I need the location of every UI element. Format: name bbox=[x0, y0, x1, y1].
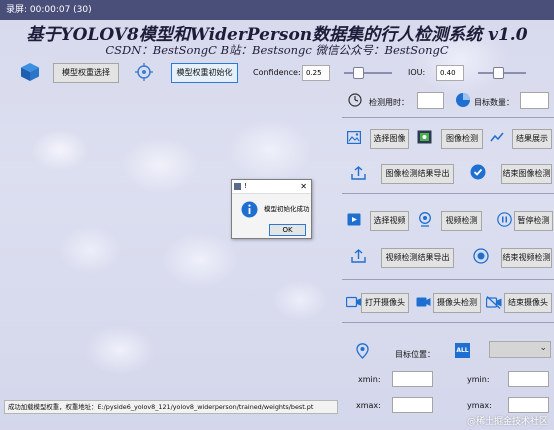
camera-off-icon bbox=[486, 296, 502, 309]
dialog-message: 模型初始化成功 bbox=[264, 205, 310, 213]
image-detect-icon bbox=[417, 130, 432, 144]
pause-icon bbox=[497, 212, 512, 227]
camera-detect-button[interactable]: 摄像头检测 bbox=[433, 293, 481, 313]
detection-time-label: 检测用时： bbox=[369, 98, 409, 107]
show-result-button[interactable]: 结果展示 bbox=[512, 129, 552, 149]
divider bbox=[342, 322, 554, 323]
line-chart-icon bbox=[490, 132, 504, 142]
xmax-label: xmax: bbox=[356, 401, 381, 410]
ymax-label: ymax: bbox=[467, 401, 492, 410]
confidence-spinbox[interactable]: 0.25 bbox=[302, 65, 330, 81]
image-icon bbox=[347, 131, 361, 144]
ymin-field bbox=[508, 371, 549, 387]
confidence-slider[interactable] bbox=[344, 67, 392, 79]
check-circle-icon bbox=[470, 164, 486, 180]
close-icon[interactable]: ✕ bbox=[300, 180, 307, 193]
page-subtitle: CSDN：BestSongC B站：Bestsongc 微信公众号：BestSo… bbox=[105, 43, 449, 57]
export-video-result-button[interactable]: 视频检测结果导出 bbox=[381, 248, 454, 268]
init-weights-button[interactable]: 模型权重初始化 bbox=[171, 63, 238, 83]
location-pin-icon bbox=[356, 343, 369, 359]
clock-icon bbox=[348, 93, 362, 107]
pie-chart-icon bbox=[456, 93, 470, 107]
target-count-field bbox=[520, 92, 549, 109]
video-detect-button[interactable]: 视频检测 bbox=[441, 211, 482, 231]
dialog-titlebar: ! ✕ bbox=[232, 180, 311, 194]
ymin-label: ymin: bbox=[467, 375, 490, 384]
watermark: @稀土掘金技术社区 bbox=[466, 417, 548, 427]
dialog-title: ! bbox=[244, 182, 247, 190]
info-icon bbox=[241, 201, 258, 218]
camera-detect-icon bbox=[416, 297, 431, 307]
detection-time-field bbox=[417, 92, 444, 109]
target-count-label: 目标数量： bbox=[474, 98, 514, 107]
iou-slider-handle[interactable] bbox=[492, 67, 504, 79]
divider bbox=[342, 279, 554, 280]
target-icon bbox=[135, 63, 153, 81]
status-bar: 成功加载模型权重，权重地址：E:/pyside6_yolov8_121/yolo… bbox=[4, 400, 338, 414]
chevron-down-icon: ⌄ bbox=[539, 343, 547, 353]
webcam-icon bbox=[419, 212, 431, 227]
upload-icon bbox=[351, 249, 366, 263]
cube-icon bbox=[21, 63, 39, 81]
iou-spinbox[interactable]: 0.40 bbox=[436, 65, 464, 81]
ok-button[interactable]: OK bbox=[269, 224, 306, 236]
open-camera-button[interactable]: 打开摄像头 bbox=[361, 293, 409, 313]
video-icon bbox=[347, 213, 361, 226]
select-video-button[interactable]: 选择视频 bbox=[370, 211, 409, 231]
select-image-button[interactable]: 选择图像 bbox=[370, 129, 409, 149]
iou-label: IOU: bbox=[408, 68, 426, 77]
iou-slider[interactable] bbox=[478, 67, 526, 79]
stop-circle-icon bbox=[473, 248, 489, 264]
target-position-label: 目标位置： bbox=[395, 350, 435, 359]
pause-detect-button[interactable]: 暂停检测 bbox=[514, 211, 553, 231]
export-image-result-button[interactable]: 图像检测结果导出 bbox=[381, 164, 454, 184]
end-image-detect-button[interactable]: 结束图像检测 bbox=[501, 164, 552, 184]
all-badge-icon: ALL bbox=[455, 343, 470, 358]
divider bbox=[342, 193, 554, 194]
confidence-slider-handle[interactable] bbox=[353, 67, 365, 79]
image-detect-button[interactable]: 图像检测 bbox=[441, 129, 483, 149]
target-select[interactable]: ⌄ bbox=[489, 341, 551, 358]
window-titlebar: 录屏: 00:00:07 (30) bbox=[0, 0, 554, 20]
window-title: 录屏: 00:00:07 (30) bbox=[6, 5, 92, 15]
app-icon bbox=[234, 183, 241, 190]
upload-icon bbox=[351, 166, 366, 180]
xmin-field bbox=[392, 371, 433, 387]
select-weights-button[interactable]: 模型权重选择 bbox=[53, 63, 119, 83]
camera-icon bbox=[346, 296, 362, 308]
end-camera-button[interactable]: 结束摄像头 bbox=[504, 293, 552, 313]
xmax-field bbox=[392, 397, 433, 413]
xmin-label: xmin: bbox=[358, 375, 381, 384]
all-badge-text: ALL bbox=[456, 347, 469, 354]
ymax-field bbox=[508, 397, 549, 413]
message-dialog: ! ✕ 模型初始化成功 OK bbox=[231, 179, 312, 239]
confidence-label: Confidence: bbox=[253, 68, 301, 77]
end-video-detect-button[interactable]: 结束视频检测 bbox=[501, 248, 552, 268]
divider bbox=[342, 117, 554, 118]
